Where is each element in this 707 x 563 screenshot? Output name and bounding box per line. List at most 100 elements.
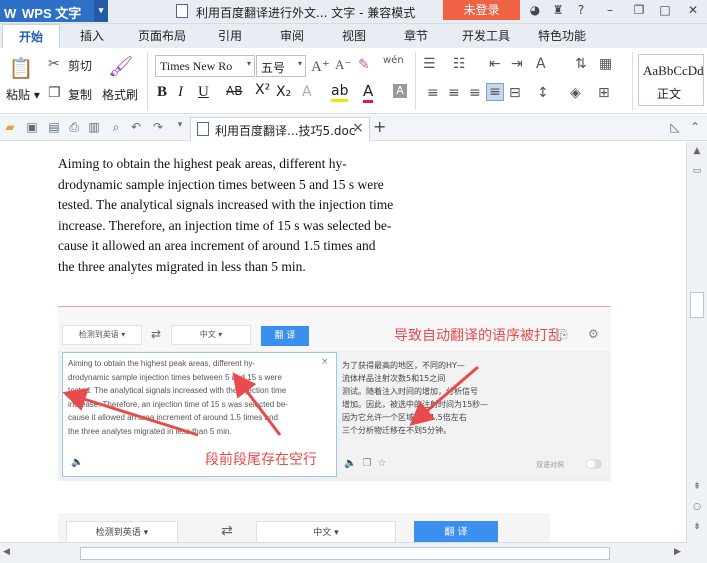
clear-format-icon[interactable]: ✎ [358, 57, 370, 73]
bold-icon[interactable]: B [157, 84, 167, 101]
char-shading-icon[interactable]: A [393, 84, 407, 98]
scroll-right-icon[interactable]: ▶ [674, 547, 681, 557]
shading-icon[interactable]: ◈ [570, 85, 581, 101]
clipboard-icon[interactable]: 📋 [8, 56, 34, 82]
result-line: 增加。因此，被选中的注射时间为15秒— [342, 400, 489, 409]
document-tab[interactable]: 利用百度翻译...技巧5.doc × [190, 117, 370, 141]
prev-page-icon[interactable]: ⇞ [691, 482, 703, 494]
close-icon[interactable]: ✕ [685, 3, 701, 19]
horizontal-scrollbar[interactable]: ◀ ▶ [0, 542, 686, 563]
font-size-select[interactable]: 五号 ▾ [256, 55, 306, 77]
tab-page-layout[interactable]: 页面布局 [130, 24, 194, 48]
superscript-icon[interactable]: X² [255, 82, 270, 98]
shirt-icon[interactable]: ♜ [550, 3, 566, 19]
tab-home[interactable]: 开始 [2, 24, 60, 48]
print-preview-icon[interactable]: ▥ [86, 120, 102, 136]
line-text: drodynamic sample injection times betwee… [58, 176, 384, 192]
print-icon[interactable]: ⎙ [66, 120, 82, 136]
tab-insert[interactable]: 插入 [70, 24, 114, 48]
chinese-layout-icon[interactable]: A [536, 56, 546, 72]
source-lang-select: 检测到英语 ▾ [66, 521, 178, 542]
embedded-translation-image[interactable]: 检测到英语 ▾ ⇄ 中文 ▾ 翻 译 导致自动翻译的语序被打乱 ⎘ ⚙ Aimi… [58, 306, 611, 481]
scissors-icon[interactable]: ✂ [48, 56, 60, 72]
select-browse-icon[interactable]: ○ [691, 502, 703, 514]
source-line: increase. Therefore, an injection time o… [68, 399, 288, 409]
numbered-list-icon[interactable]: ☷ [453, 56, 466, 72]
font-name-select[interactable]: Times New Ro ▾ [155, 55, 255, 77]
help-icon[interactable]: ? [573, 3, 589, 19]
font-color-icon[interactable]: A [363, 82, 374, 103]
bullet-list-icon[interactable]: ☰ [423, 56, 436, 72]
embedded-translation-image-2[interactable]: 检测到英语 ▾ ⇄ 中文 ▾ 翻 译 [58, 513, 550, 542]
open-folder-icon[interactable]: ▰ [2, 120, 18, 136]
translator-toolbar: 检测到英语 ▾ ⇄ 中文 ▾ 翻 译 导致自动翻译的语序被打乱 ⎘ ⚙ [58, 307, 611, 351]
increase-indent-icon[interactable]: ⇥ [511, 56, 523, 72]
cut-button[interactable]: 剪切 [68, 57, 92, 74]
table-icon[interactable]: ▦ [599, 56, 612, 72]
save-icon[interactable]: ▣ [24, 120, 40, 136]
check-icon[interactable]: ⌕ [108, 120, 124, 136]
restore-icon[interactable]: ❐ [631, 3, 647, 19]
italic-icon[interactable]: I [178, 84, 183, 101]
justify-icon[interactable]: ≡ [486, 83, 504, 101]
align-right-icon[interactable]: ≡ [469, 85, 481, 101]
format-painter-icon[interactable]: 🖌 [108, 54, 133, 78]
result-line: 因为它允许一个区域增加1.5倍左右 [342, 413, 467, 422]
sort-icon[interactable]: ⇅ [575, 56, 587, 72]
decrease-indent-icon[interactable]: ⇤ [489, 56, 501, 72]
target-lang-value: 中文 [313, 528, 332, 538]
grow-font-icon[interactable]: A⁺ [311, 57, 330, 76]
source-line: drodynamic sample injection times betwee… [68, 372, 282, 382]
style-normal[interactable]: AaBbCcDd 正文 [638, 54, 704, 106]
tab-view[interactable]: 视图 [334, 24, 374, 48]
close-icon[interactable]: × [352, 120, 364, 136]
document-paragraph[interactable]: Aiming to obtain the highest peak areas,… [58, 154, 418, 278]
annotation-top: 导致自动翻译的语序被打乱 [394, 328, 562, 344]
format-painter-button[interactable]: 格式刷 [102, 86, 138, 103]
document-canvas[interactable]: Aiming to obtain the highest peak areas,… [0, 142, 686, 542]
align-center-icon[interactable]: ≡ [448, 85, 460, 101]
redo-icon[interactable]: ↷ [150, 120, 166, 136]
vertical-scrollbar[interactable]: ▲ ▭ ⇞ ○ ⇟ [686, 142, 707, 542]
chevron-down-icon[interactable]: ▾ [172, 120, 188, 136]
tab-section[interactable]: 章节 [396, 24, 436, 48]
minimize-icon[interactable]: – [602, 3, 618, 19]
maximize-icon[interactable]: □ [657, 3, 673, 19]
next-page-icon[interactable]: ⇟ [691, 522, 703, 534]
chevron-down-icon[interactable]: ▾ [94, 0, 108, 22]
horizontal-scroll-thumb[interactable] [80, 547, 610, 560]
new-tab-icon[interactable]: + [373, 117, 386, 136]
wps-menu-button[interactable]: W WPS 文字 ▾ [0, 0, 108, 22]
login-button[interactable]: 未登录 [443, 0, 520, 20]
page-up-icon[interactable]: ▲ [691, 146, 703, 158]
vertical-scroll-thumb[interactable] [690, 292, 704, 318]
paragraph-line: tested. The analytical signals increased… [58, 195, 418, 216]
subscript-icon[interactable]: X₂ [276, 84, 291, 100]
tab-review[interactable]: 审阅 [272, 24, 312, 48]
minimize-ribbon-icon[interactable]: ◺ [667, 120, 683, 136]
tab-developer[interactable]: 开发工具 [454, 24, 518, 48]
underline-icon[interactable]: U [198, 84, 209, 101]
result-line: 三个分析物迁移在不到5分钟。 [342, 426, 452, 435]
skin-icon[interactable]: ◕ [527, 3, 543, 19]
copy-button[interactable]: 复制 [68, 86, 92, 103]
tab-references[interactable]: 引用 [210, 24, 250, 48]
output-pdf-icon[interactable]: ▤ [46, 120, 62, 136]
strikethrough-icon[interactable]: AB [226, 84, 242, 98]
annotation-bottom: 段前段尾存在空行 [205, 452, 317, 468]
copy-icon[interactable]: ❐ [48, 85, 61, 101]
collapse-icon[interactable]: ⌃ [687, 120, 703, 136]
paste-button[interactable]: 粘贴 ▾ [6, 86, 40, 103]
highlight-icon[interactable]: ab [331, 83, 349, 102]
undo-icon[interactable]: ↶ [128, 120, 144, 136]
tab-features[interactable]: 特色功能 [530, 24, 594, 48]
scroll-left-icon[interactable]: ◀ [3, 547, 10, 557]
align-left-icon[interactable]: ≡ [427, 85, 439, 101]
shrink-font-icon[interactable]: A⁻ [335, 57, 351, 73]
text-effect-icon[interactable]: A [302, 84, 312, 100]
border-icon[interactable]: ⊞ [598, 85, 610, 101]
ruler-icon[interactable]: ▭ [691, 166, 703, 178]
phonetic-icon[interactable]: wén [383, 55, 404, 66]
distribute-icon[interactable]: ⊟ [509, 85, 521, 101]
line-spacing-icon[interactable]: ↕ [537, 85, 549, 101]
